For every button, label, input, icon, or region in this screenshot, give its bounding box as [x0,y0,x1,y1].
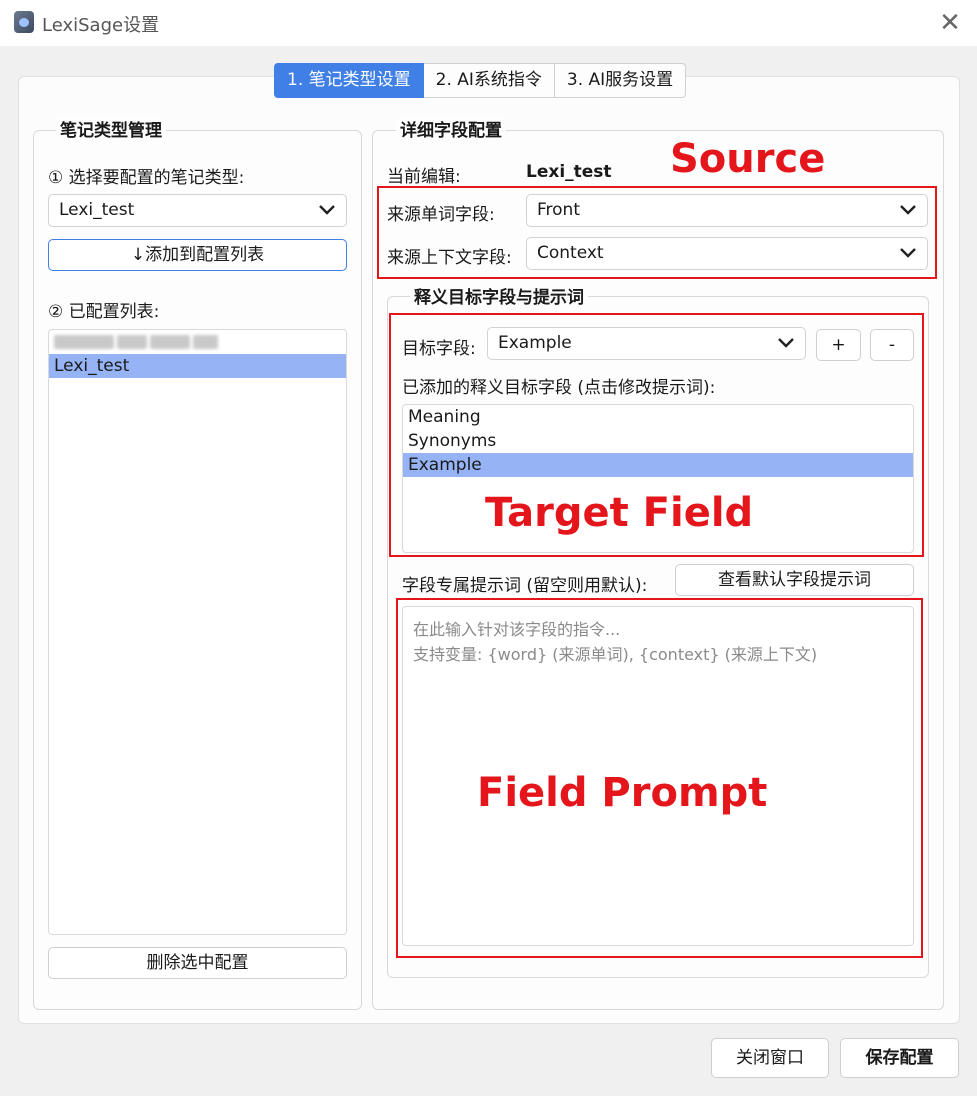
current-edit-value: Lexi_test [526,162,612,182]
close-window-icon[interactable]: ✕ [935,8,965,38]
chevron-down-icon [319,205,335,215]
add-to-config-list-button[interactable]: ↓添加到配置列表 [48,239,347,271]
save-config-button[interactable]: 保存配置 [840,1038,959,1078]
source-annotation-label: Source [670,136,826,182]
view-default-prompt-button[interactable]: 查看默认字段提示词 [675,564,914,596]
source-annotation-box [377,186,937,279]
field-prompt-label: 字段专属提示词 (留空则用默认): [402,576,648,596]
note-type-select-value: Lexi_test [59,200,135,220]
close-window-button[interactable]: 关闭窗口 [711,1038,829,1078]
select-note-type-label: ① 选择要配置的笔记类型: [48,168,245,188]
detailed-field-config-title: 详细字段配置 [396,116,506,141]
tab-note-type-settings[interactable]: 1. 笔记类型设置 [274,63,424,98]
tab-bar: 1. 笔记类型设置 2. AI系统指令 3. AI服务设置 [274,63,687,98]
app-icon [14,11,34,33]
target-field-group-title: 释义目标字段与提示词 [410,283,588,308]
delete-selected-config-button[interactable]: 删除选中配置 [48,947,347,979]
note-type-management-title: 笔记类型管理 [56,116,166,141]
note-type-select[interactable]: Lexi_test [48,194,347,227]
current-edit-label: 当前编辑: [387,167,461,187]
list-item-blurred[interactable] [49,330,346,354]
configured-list[interactable]: Lexi_test [48,329,347,935]
tab-ai-system-instructions[interactable]: 2. AI系统指令 [423,63,555,98]
list-item-lexi-test[interactable]: Lexi_test [49,354,346,378]
target-field-annotation-label: Target Field [485,490,754,536]
window-title: LexiSage设置 [42,15,160,36]
tab-ai-service-settings[interactable]: 3. AI服务设置 [554,63,687,98]
configured-list-label: ② 已配置列表: [48,302,160,322]
field-prompt-annotation-label: Field Prompt [477,770,768,816]
